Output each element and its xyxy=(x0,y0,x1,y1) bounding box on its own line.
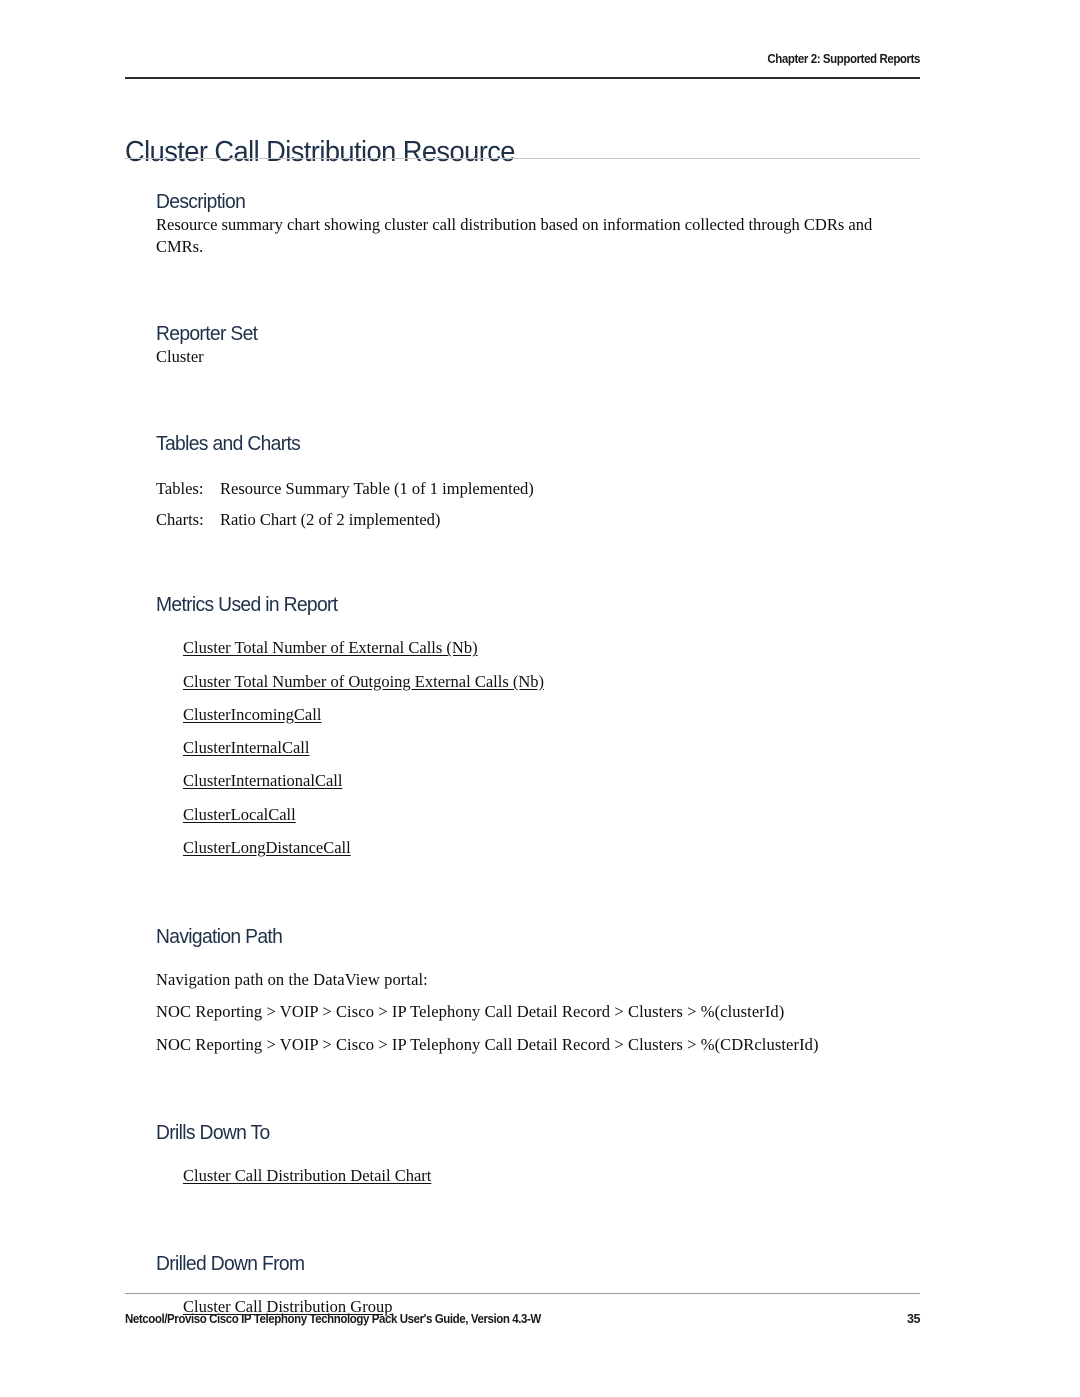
navigation-path-intro: Navigation path on the DataView portal: xyxy=(156,970,428,990)
section-heading-drills-down-to: Drills Down To xyxy=(156,1120,270,1144)
section-heading-navigation-path: Navigation Path xyxy=(156,925,283,949)
metric-link[interactable]: ClusterLocalCall xyxy=(183,804,296,826)
section-tables-and-charts: Tables and Charts Tables: Resource Summa… xyxy=(156,432,920,532)
section-reporter-set: Reporter Set Cluster xyxy=(156,322,920,368)
metric-link[interactable]: ClusterInternalCall xyxy=(183,737,309,759)
charts-row: Charts: Ratio Chart (2 of 2 implemented) xyxy=(156,509,920,531)
section-heading-metrics-used: Metrics Used in Report xyxy=(156,593,338,617)
metric-link[interactable]: ClusterIncomingCall xyxy=(183,704,321,726)
drills-down-to-link-list: Cluster Call Distribution Detail Chart xyxy=(156,1165,920,1187)
navigation-path-line: NOC Reporting > VOIP > Cisco > IP Teleph… xyxy=(156,1002,785,1022)
reporter-set-value: Cluster xyxy=(156,346,204,366)
tables-value: Resource Summary Table (1 of 1 implement… xyxy=(220,478,534,498)
navigation-path-line: NOC Reporting > VOIP > Cisco > IP Teleph… xyxy=(156,1034,819,1054)
running-header: Chapter 2: Supported Reports xyxy=(767,52,920,66)
title-divider xyxy=(125,158,920,159)
tables-charts-list: Tables: Resource Summary Table (1 of 1 i… xyxy=(156,478,920,532)
charts-value: Ratio Chart (2 of 2 implemented) xyxy=(220,510,441,530)
page-footer: Netcool/Proviso Cisco IP Telephony Techn… xyxy=(125,1312,920,1326)
tables-row: Tables: Resource Summary Table (1 of 1 i… xyxy=(156,478,920,500)
footer-divider xyxy=(125,1293,920,1294)
tables-label: Tables: xyxy=(156,478,204,498)
section-heading-drilled-down-from: Drilled Down From xyxy=(156,1252,305,1276)
charts-label: Charts: xyxy=(156,510,204,530)
section-heading-reporter-set: Reporter Set xyxy=(156,321,258,345)
section-description: Description Resource summary chart showi… xyxy=(156,190,920,259)
document-body: Description Resource summary chart showi… xyxy=(156,190,920,1319)
section-drilled-down-from: Drilled Down From Cluster Call Distribut… xyxy=(156,1252,920,1318)
section-drills-down-to: Drills Down To Cluster Call Distribution… xyxy=(156,1121,920,1187)
header-divider xyxy=(125,77,920,79)
section-navigation-path: Navigation Path Navigation path on the D… xyxy=(156,925,920,1056)
metric-link[interactable]: Cluster Total Number of Outgoing Externa… xyxy=(183,671,544,693)
drill-down-link[interactable]: Cluster Call Distribution Detail Chart xyxy=(183,1165,431,1187)
metric-link[interactable]: Cluster Total Number of External Calls (… xyxy=(183,637,478,659)
section-metrics-used: Metrics Used in Report Cluster Total Num… xyxy=(156,593,920,859)
section-heading-tables-and-charts: Tables and Charts xyxy=(156,431,301,455)
navigation-path-block: Navigation path on the DataView portal: … xyxy=(156,969,920,1056)
page-number: 35 xyxy=(906,1312,920,1326)
footer-document-title: Netcool/Proviso Cisco IP Telephony Techn… xyxy=(125,1312,541,1326)
metric-link[interactable]: ClusterInternationalCall xyxy=(183,770,342,792)
metric-link[interactable]: ClusterLongDistanceCall xyxy=(183,837,351,859)
page-title: Cluster Call Distribution Resource xyxy=(125,136,515,169)
section-heading-description: Description xyxy=(156,190,246,213)
metrics-link-list: Cluster Total Number of External Calls (… xyxy=(156,637,920,859)
document-page: Chapter 2: Supported Reports Cluster Cal… xyxy=(0,0,1080,1397)
description-paragraph: Resource summary chart showing cluster c… xyxy=(156,215,873,257)
